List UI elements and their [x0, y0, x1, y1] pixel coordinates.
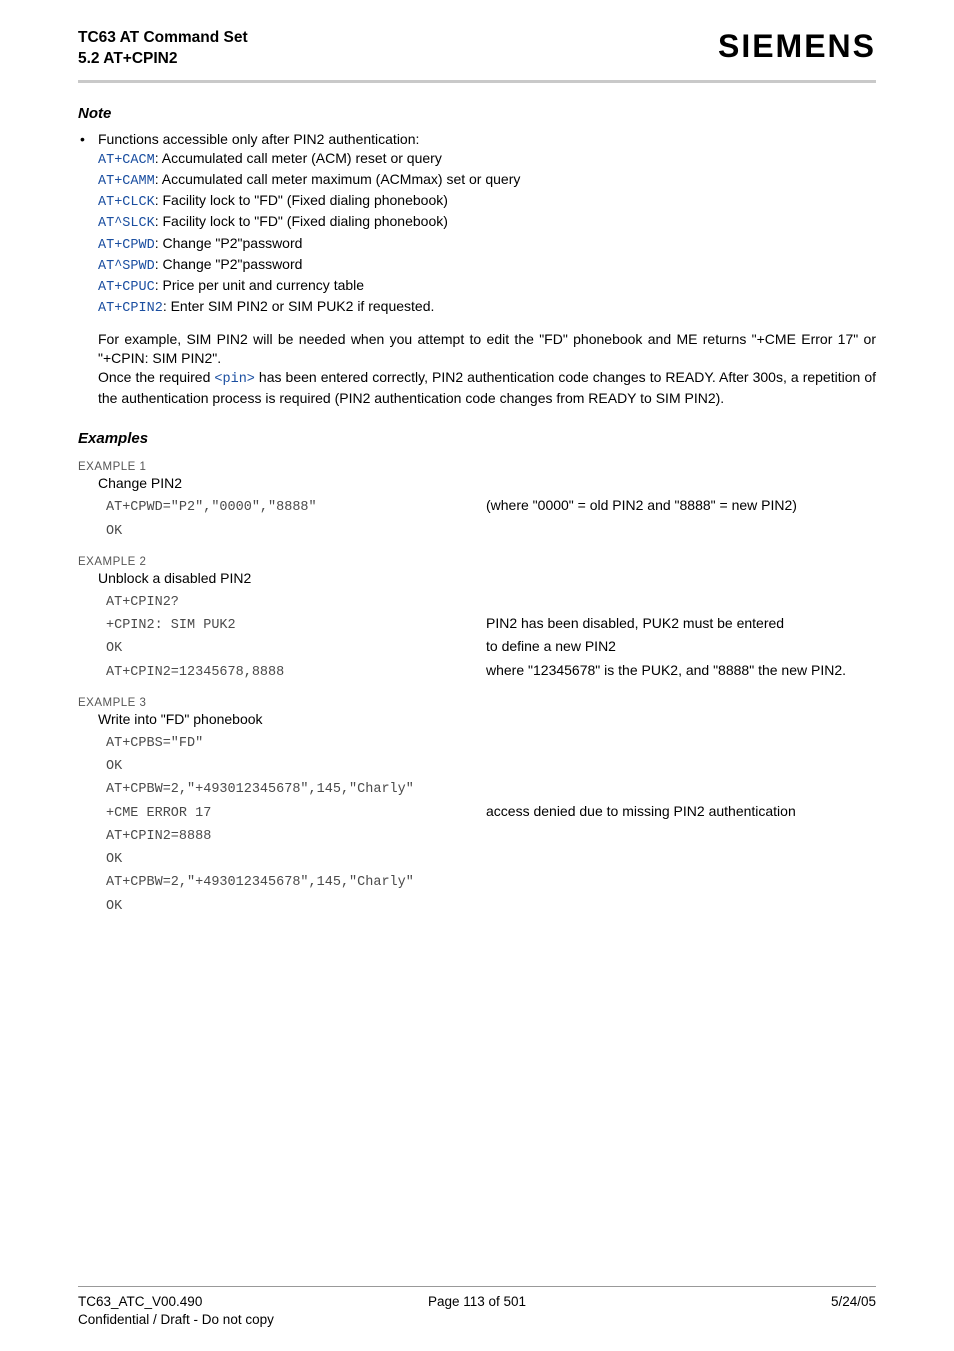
code-text: AT+CPBW=2,"+493012345678",145,"Charly" — [106, 782, 414, 797]
note-item: AT^SLCK: Facility lock to "FD" (Fixed di… — [98, 212, 876, 233]
code-text: AT+CPBW=2,"+493012345678",145,"Charly" — [106, 875, 414, 890]
doc-section: 5.2 AT+CPIN2 — [78, 49, 248, 70]
at-link[interactable]: AT+CPWD — [98, 238, 155, 253]
note-para-1: For example, SIM PIN2 will be needed whe… — [98, 330, 876, 368]
example3-code: AT+CPBS="FD" OK AT+CPBW=2,"+493012345678… — [106, 731, 876, 917]
footer-confidential: Confidential / Draft - Do not copy — [78, 1311, 274, 1329]
code-text: AT+CPIN2=12345678,8888 — [106, 665, 284, 680]
footer-row: TC63_ATC_V00.490 Confidential / Draft - … — [78, 1293, 876, 1329]
header-divider — [78, 80, 876, 83]
code-line: OK — [106, 519, 876, 542]
note-lead: Functions accessible only after PIN2 aut… — [98, 130, 876, 149]
code-text: OK — [106, 852, 122, 867]
examples-heading: Examples — [78, 430, 876, 447]
note-para-2: Once the required <pin> has been entered… — [98, 368, 876, 408]
note-bullet: • Functions accessible only after PIN2 a… — [80, 130, 876, 319]
at-link[interactable]: AT^SPWD — [98, 259, 155, 274]
example3-title: Write into "FD" phonebook — [98, 711, 876, 727]
code-line: +CME ERROR 17 access denied due to missi… — [106, 801, 876, 824]
example2-title: Unblock a disabled PIN2 — [98, 570, 876, 586]
note-item: AT+CACM: Accumulated call meter (ACM) re… — [98, 149, 876, 170]
code-line: AT+CPBW=2,"+493012345678",145,"Charly" — [106, 777, 876, 800]
note-heading: Note — [78, 105, 876, 122]
code-note: access denied due to missing PIN2 authen… — [486, 801, 876, 822]
code-line: AT+CPIN2=8888 — [106, 824, 876, 847]
note-item-desc: : Enter SIM PIN2 or SIM PUK2 if requeste… — [163, 298, 435, 314]
note-item: AT^SPWD: Change "P2"password — [98, 255, 876, 276]
example3-label: EXAMPLE 3 — [78, 697, 876, 709]
code-line: AT+CPWD="P2","0000","8888" (where "0000"… — [106, 495, 876, 518]
code-text: OK — [106, 524, 122, 539]
page-footer: TC63_ATC_V00.490 Confidential / Draft - … — [78, 1286, 876, 1329]
page-header: TC63 AT Command Set 5.2 AT+CPIN2 SIEMENS — [78, 28, 876, 70]
code-note: to define a new PIN2 — [486, 636, 876, 657]
at-link[interactable]: AT+CPUC — [98, 280, 155, 295]
example1-title: Change PIN2 — [98, 475, 876, 491]
code-line: AT+CPBW=2,"+493012345678",145,"Charly" — [106, 870, 876, 893]
example1-label: EXAMPLE 1 — [78, 461, 876, 473]
example2-code: AT+CPIN2? +CPIN2: SIM PUK2 PIN2 has been… — [106, 590, 876, 683]
footer-date: 5/24/05 — [831, 1293, 876, 1329]
note-item-desc: : Facility lock to "FD" (Fixed dialing p… — [155, 213, 448, 229]
note-item: AT+CPIN2: Enter SIM PIN2 or SIM PUK2 if … — [98, 297, 876, 318]
at-link[interactable]: AT+CACM — [98, 153, 155, 168]
code-line: AT+CPIN2? — [106, 590, 876, 613]
code-line: +CPIN2: SIM PUK2 PIN2 has been disabled,… — [106, 613, 876, 636]
note-para2a: Once the required — [98, 369, 214, 385]
code-text: OK — [106, 641, 122, 656]
note-item-desc: : Accumulated call meter maximum (ACMmax… — [155, 171, 521, 187]
at-link[interactable]: AT^SLCK — [98, 216, 155, 231]
code-line: AT+CPIN2=12345678,8888 where "12345678" … — [106, 660, 876, 683]
note-item: AT+CLCK: Facility lock to "FD" (Fixed di… — [98, 191, 876, 212]
bullet-icon: • — [80, 130, 98, 149]
note-item: AT+CPUC: Price per unit and currency tab… — [98, 276, 876, 297]
code-line: AT+CPBS="FD" — [106, 731, 876, 754]
code-line: OK — [106, 847, 876, 870]
note-item: AT+CPWD: Change "P2"password — [98, 234, 876, 255]
code-note: (where "0000" = old PIN2 and "8888" = ne… — [486, 495, 876, 516]
note-item-desc: : Change "P2"password — [155, 256, 303, 272]
note-item-desc: : Accumulated call meter (ACM) reset or … — [155, 150, 442, 166]
note-body: Functions accessible only after PIN2 aut… — [98, 130, 876, 319]
at-link[interactable]: AT+CPIN2 — [98, 301, 163, 316]
at-link[interactable]: AT+CLCK — [98, 195, 155, 210]
note-item-desc: : Price per unit and currency table — [155, 277, 364, 293]
footer-left: TC63_ATC_V00.490 Confidential / Draft - … — [78, 1293, 274, 1329]
header-left: TC63 AT Command Set 5.2 AT+CPIN2 — [78, 28, 248, 70]
code-line: OK — [106, 894, 876, 917]
at-link[interactable]: AT+CAMM — [98, 174, 155, 189]
code-text: OK — [106, 759, 122, 774]
code-text: AT+CPIN2=8888 — [106, 829, 211, 844]
example2-label: EXAMPLE 2 — [78, 556, 876, 568]
code-text: AT+CPWD="P2","0000","8888" — [106, 500, 317, 515]
code-text: +CME ERROR 17 — [106, 806, 211, 821]
page: TC63 AT Command Set 5.2 AT+CPIN2 SIEMENS… — [0, 0, 954, 1351]
siemens-logo: SIEMENS — [718, 28, 876, 65]
code-note: where "12345678" is the PUK2, and "8888"… — [486, 660, 876, 681]
example1-code: AT+CPWD="P2","0000","8888" (where "0000"… — [106, 495, 876, 542]
footer-doc-id: TC63_ATC_V00.490 — [78, 1293, 274, 1311]
code-text: OK — [106, 899, 122, 914]
note-item: AT+CAMM: Accumulated call meter maximum … — [98, 170, 876, 191]
footer-divider — [78, 1286, 876, 1287]
pin-param: <pin> — [214, 372, 255, 387]
note-item-desc: : Change "P2"password — [155, 235, 303, 251]
code-line: OK — [106, 754, 876, 777]
code-text: AT+CPBS="FD" — [106, 736, 203, 751]
code-text: AT+CPIN2? — [106, 595, 179, 610]
code-line: OK to define a new PIN2 — [106, 636, 876, 659]
code-text: +CPIN2: SIM PUK2 — [106, 618, 236, 633]
code-note: PIN2 has been disabled, PUK2 must be ent… — [486, 613, 876, 634]
doc-title: TC63 AT Command Set — [78, 28, 248, 49]
note-item-desc: : Facility lock to "FD" (Fixed dialing p… — [155, 192, 448, 208]
